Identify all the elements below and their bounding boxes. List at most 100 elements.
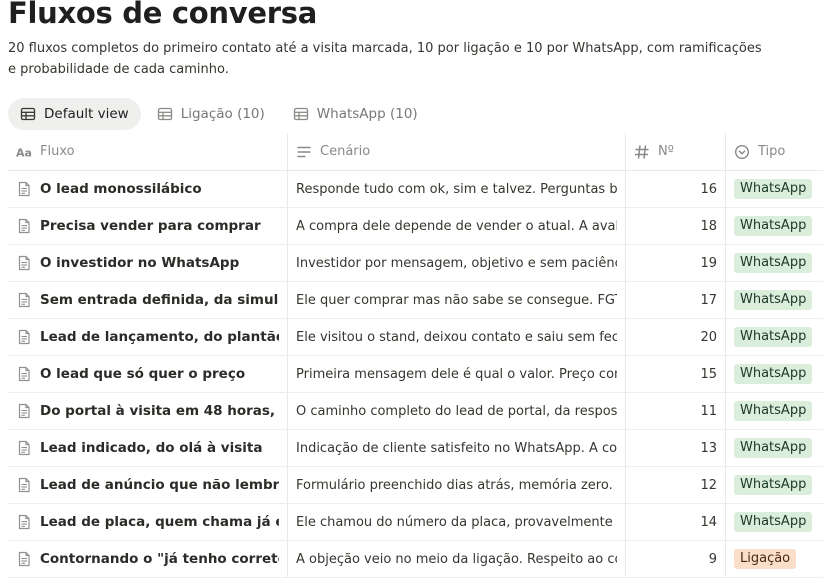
page-icon bbox=[18, 551, 30, 567]
cell-cenario[interactable]: Ele chamou do número da placa, provavelm… bbox=[288, 504, 626, 540]
tab-whatsapp[interactable]: WhatsApp (10) bbox=[281, 98, 430, 130]
cell-numero[interactable]: 18 bbox=[626, 208, 726, 244]
page-icon bbox=[18, 255, 30, 271]
fluxo-title: O investidor no WhatsApp bbox=[40, 255, 240, 271]
cenario-text: O caminho completo do lead de portal, da… bbox=[296, 403, 617, 419]
cell-cenario[interactable]: O caminho completo do lead de portal, da… bbox=[288, 393, 626, 429]
page-icon bbox=[18, 366, 30, 382]
table-row[interactable]: Lead indicado, do olá à visita Indicação … bbox=[8, 430, 823, 467]
table-row[interactable]: O investidor no WhatsApp Investidor por m… bbox=[8, 245, 823, 282]
cell-tipo[interactable]: WhatsApp bbox=[726, 430, 823, 466]
table-row[interactable]: Contornando o "já tenho corretor" ao v A … bbox=[8, 541, 823, 578]
tab-default-view[interactable]: Default view bbox=[8, 98, 141, 130]
column-header-cenario[interactable]: Cenário bbox=[288, 133, 626, 170]
database-table: Aa Fluxo Cenário Nº Tipo O lead monossil… bbox=[8, 133, 823, 578]
cell-cenario[interactable]: Indicação de cliente satisfeito no Whats… bbox=[288, 430, 626, 466]
table-row[interactable]: Precisa vender para comprar A compra dele… bbox=[8, 208, 823, 245]
page-icon bbox=[18, 514, 30, 530]
cell-numero[interactable]: 14 bbox=[626, 504, 726, 540]
cell-tipo[interactable]: WhatsApp bbox=[726, 245, 823, 281]
cell-cenario[interactable]: Formulário preenchido dias atrás, memóri… bbox=[288, 467, 626, 503]
fluxo-title: Contornando o "já tenho corretor" ao v bbox=[40, 551, 279, 567]
table-icon bbox=[157, 107, 172, 121]
page-icon bbox=[18, 329, 30, 345]
cell-numero[interactable]: 17 bbox=[626, 282, 726, 318]
cell-tipo[interactable]: WhatsApp bbox=[726, 356, 823, 392]
fluxo-title: Sem entrada definida, da simulação à vi bbox=[40, 292, 279, 308]
tipo-tag: WhatsApp bbox=[734, 290, 813, 310]
numero-value: 9 bbox=[708, 551, 717, 567]
cell-cenario[interactable]: Primeira mensagem dele é qual o valor. P… bbox=[288, 356, 626, 392]
tipo-tag: WhatsApp bbox=[734, 253, 813, 273]
column-header-fluxo[interactable]: Aa Fluxo bbox=[8, 133, 288, 170]
hash-icon bbox=[635, 144, 649, 159]
fluxo-title: Lead de placa, quem chama já está na p bbox=[40, 514, 279, 530]
cell-numero[interactable]: 19 bbox=[626, 245, 726, 281]
cell-fluxo[interactable]: O lead que só quer o preço bbox=[8, 356, 288, 392]
cell-tipo[interactable]: WhatsApp bbox=[726, 467, 823, 503]
cell-numero[interactable]: 9 bbox=[626, 541, 726, 577]
table-header: Aa Fluxo Cenário Nº Tipo bbox=[8, 133, 823, 171]
cell-tipo[interactable]: Ligação bbox=[726, 541, 823, 577]
column-header-tipo[interactable]: Tipo bbox=[726, 133, 823, 170]
cell-fluxo[interactable]: Do portal à visita em 48 horas, o fluxo … bbox=[8, 393, 288, 429]
table-body: O lead monossilábico Responde tudo com ok… bbox=[8, 171, 823, 578]
cenario-text: Ele visitou o stand, deixou contato e sa… bbox=[296, 329, 617, 345]
cell-cenario[interactable]: Investidor por mensagem, objetivo e sem … bbox=[288, 245, 626, 281]
table-row[interactable]: Do portal à visita em 48 horas, o fluxo … bbox=[8, 393, 823, 430]
cell-cenario[interactable]: Responde tudo com ok, sim e talvez. Perg… bbox=[288, 171, 626, 207]
cell-numero[interactable]: 11 bbox=[626, 393, 726, 429]
numero-value: 14 bbox=[700, 514, 717, 530]
numero-value: 19 bbox=[700, 255, 717, 271]
numero-value: 20 bbox=[700, 329, 717, 345]
cell-numero[interactable]: 13 bbox=[626, 430, 726, 466]
cell-cenario[interactable]: A compra dele depende de vender o atual.… bbox=[288, 208, 626, 244]
cell-tipo[interactable]: WhatsApp bbox=[726, 393, 823, 429]
fluxo-title: Lead de lançamento, do plantão à visita bbox=[40, 329, 279, 345]
cell-tipo[interactable]: WhatsApp bbox=[726, 319, 823, 355]
cenario-text: Ele quer comprar mas não sabe se consegu… bbox=[296, 292, 617, 308]
column-label: Tipo bbox=[758, 144, 786, 159]
fluxo-title: Precisa vender para comprar bbox=[40, 218, 261, 234]
cell-tipo[interactable]: WhatsApp bbox=[726, 504, 823, 540]
cell-fluxo[interactable]: Sem entrada definida, da simulação à vi bbox=[8, 282, 288, 318]
tipo-tag: WhatsApp bbox=[734, 364, 813, 384]
page-icon bbox=[18, 440, 30, 456]
page-icon bbox=[18, 218, 30, 234]
cell-numero[interactable]: 16 bbox=[626, 171, 726, 207]
column-header-numero[interactable]: Nº bbox=[626, 133, 726, 170]
cell-fluxo[interactable]: Lead indicado, do olá à visita bbox=[8, 430, 288, 466]
cell-fluxo[interactable]: Contornando o "já tenho corretor" ao v bbox=[8, 541, 288, 577]
column-label: Nº bbox=[658, 144, 674, 159]
table-row[interactable]: Lead de placa, quem chama já está na p El… bbox=[8, 504, 823, 541]
cell-fluxo[interactable]: O lead monossilábico bbox=[8, 171, 288, 207]
cenario-text: Investidor por mensagem, objetivo e sem … bbox=[296, 255, 617, 271]
table-row[interactable]: Lead de lançamento, do plantão à visita E… bbox=[8, 319, 823, 356]
cell-cenario[interactable]: Ele quer comprar mas não sabe se consegu… bbox=[288, 282, 626, 318]
cell-tipo[interactable]: WhatsApp bbox=[726, 171, 823, 207]
table-row[interactable]: O lead monossilábico Responde tudo com ok… bbox=[8, 171, 823, 208]
tipo-tag: WhatsApp bbox=[734, 216, 813, 236]
tipo-tag: Ligação bbox=[734, 549, 797, 569]
cell-fluxo[interactable]: Lead de anúncio que não lembra do clic bbox=[8, 467, 288, 503]
cell-numero[interactable]: 20 bbox=[626, 319, 726, 355]
table-row[interactable]: Lead de anúncio que não lembra do clic Fo… bbox=[8, 467, 823, 504]
tipo-tag: WhatsApp bbox=[734, 179, 813, 199]
cell-numero[interactable]: 15 bbox=[626, 356, 726, 392]
cell-cenario[interactable]: A objeção veio no meio da ligação. Respe… bbox=[288, 541, 626, 577]
tab-ligacao[interactable]: Ligação (10) bbox=[145, 98, 277, 130]
select-icon bbox=[734, 144, 750, 159]
table-row[interactable]: Sem entrada definida, da simulação à vi E… bbox=[8, 282, 823, 319]
cell-tipo[interactable]: WhatsApp bbox=[726, 208, 823, 244]
cell-cenario[interactable]: Ele visitou o stand, deixou contato e sa… bbox=[288, 319, 626, 355]
cell-numero[interactable]: 12 bbox=[626, 467, 726, 503]
cell-fluxo[interactable]: Precisa vender para comprar bbox=[8, 208, 288, 244]
cell-fluxo[interactable]: Lead de lançamento, do plantão à visita bbox=[8, 319, 288, 355]
table-icon bbox=[20, 107, 36, 121]
numero-value: 13 bbox=[700, 440, 717, 456]
cell-fluxo[interactable]: O investidor no WhatsApp bbox=[8, 245, 288, 281]
cell-fluxo[interactable]: Lead de placa, quem chama já está na p bbox=[8, 504, 288, 540]
cell-tipo[interactable]: WhatsApp bbox=[726, 282, 823, 318]
table-row[interactable]: O lead que só quer o preço Primeira mensa… bbox=[8, 356, 823, 393]
tipo-tag: WhatsApp bbox=[734, 327, 813, 347]
